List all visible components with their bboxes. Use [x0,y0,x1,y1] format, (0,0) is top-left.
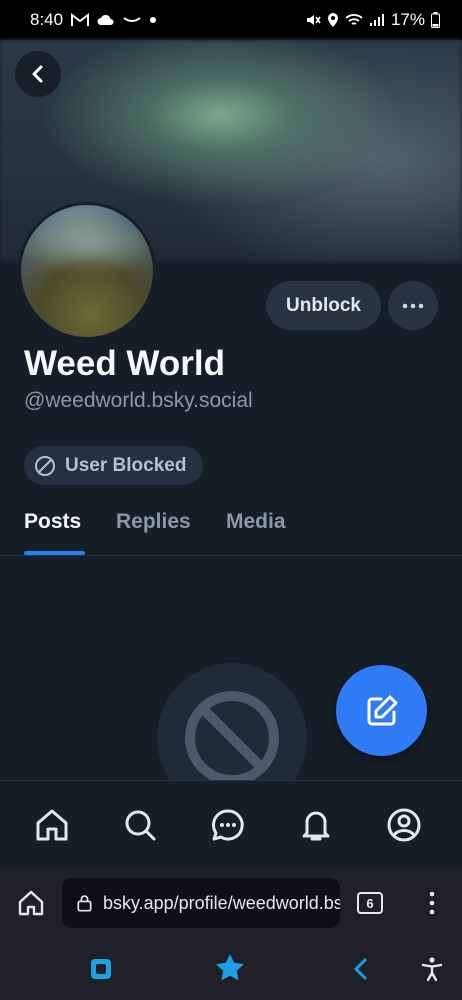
user-blocked-badge: User Blocked [24,446,203,485]
back-chevron-icon [354,958,367,980]
accessibility-icon [421,957,443,982]
blocked-icon [35,455,55,476]
compose-icon [367,695,397,725]
browser-home-button[interactable] [14,888,48,918]
status-time: 8:40 [30,10,64,29]
tab-switcher-button[interactable]: 6 [355,888,385,918]
battery-icon [431,12,440,28]
compose-button[interactable] [336,665,427,756]
avatar[interactable] [18,202,156,340]
dot-icon [149,16,157,24]
star-icon [216,954,244,981]
bottom-nav [0,780,462,868]
search-icon [125,810,156,841]
avatar-image [21,205,153,337]
home-button[interactable] [212,950,248,986]
accessibility-button[interactable] [418,954,446,984]
status-right: 17% [305,10,440,30]
gmail-icon [71,13,90,27]
back-nav-button[interactable] [346,954,374,984]
home-outline-icon [18,890,44,916]
mute-icon [305,12,321,28]
vertical-ellipsis-icon [429,891,435,915]
address-bar[interactable]: bsky.app/profile/weedworld.bsky.social [62,878,340,928]
wifi-icon [345,13,363,27]
nav-home[interactable] [25,799,79,851]
chat-icon [212,809,244,841]
bell-icon [302,811,330,841]
nav-notifications[interactable] [289,799,343,851]
chevron-left-icon [32,65,43,83]
status-left: 8:40 [30,10,157,30]
recent-apps-button[interactable] [86,954,116,984]
amazon-icon [123,15,141,25]
url-text: bsky.app/profile/weedworld.bsky.social [102,892,340,913]
lock-icon [77,895,92,912]
browser-toolbar: bsky.app/profile/weedworld.bsky.social 6 [0,868,462,938]
tab-posts[interactable]: Posts [24,510,81,534]
active-tab-indicator [24,551,85,555]
recent-apps-icon [91,959,111,979]
home-icon [36,809,68,841]
back-button[interactable] [15,51,61,97]
nav-profile[interactable] [377,799,431,851]
unblock-button[interactable]: Unblock [266,281,381,330]
status-bar: 8:40 17% [0,0,462,40]
tab-media[interactable]: Media [226,510,286,534]
profile-icon [387,808,421,842]
tab-replies[interactable]: Replies [116,510,191,534]
user-blocked-label: User Blocked [65,454,187,476]
battery-percent: 17% [390,10,425,29]
tab-count: 6 [357,892,383,914]
ellipsis-icon [402,303,424,308]
cloud-icon [97,14,115,26]
system-nav-bar [0,938,462,1000]
display-name: Weed World [24,344,225,383]
profile-tabs: Posts Replies Media [0,500,462,556]
browser-menu-button[interactable] [420,888,444,918]
nav-chat[interactable] [201,799,255,851]
location-icon [327,12,339,28]
blocked-large-icon [185,691,279,785]
nav-search[interactable] [113,799,167,851]
profile-handle: @weedworld.bsky.social [24,389,253,412]
more-options-button[interactable] [388,281,438,330]
signal-icon [369,13,385,27]
